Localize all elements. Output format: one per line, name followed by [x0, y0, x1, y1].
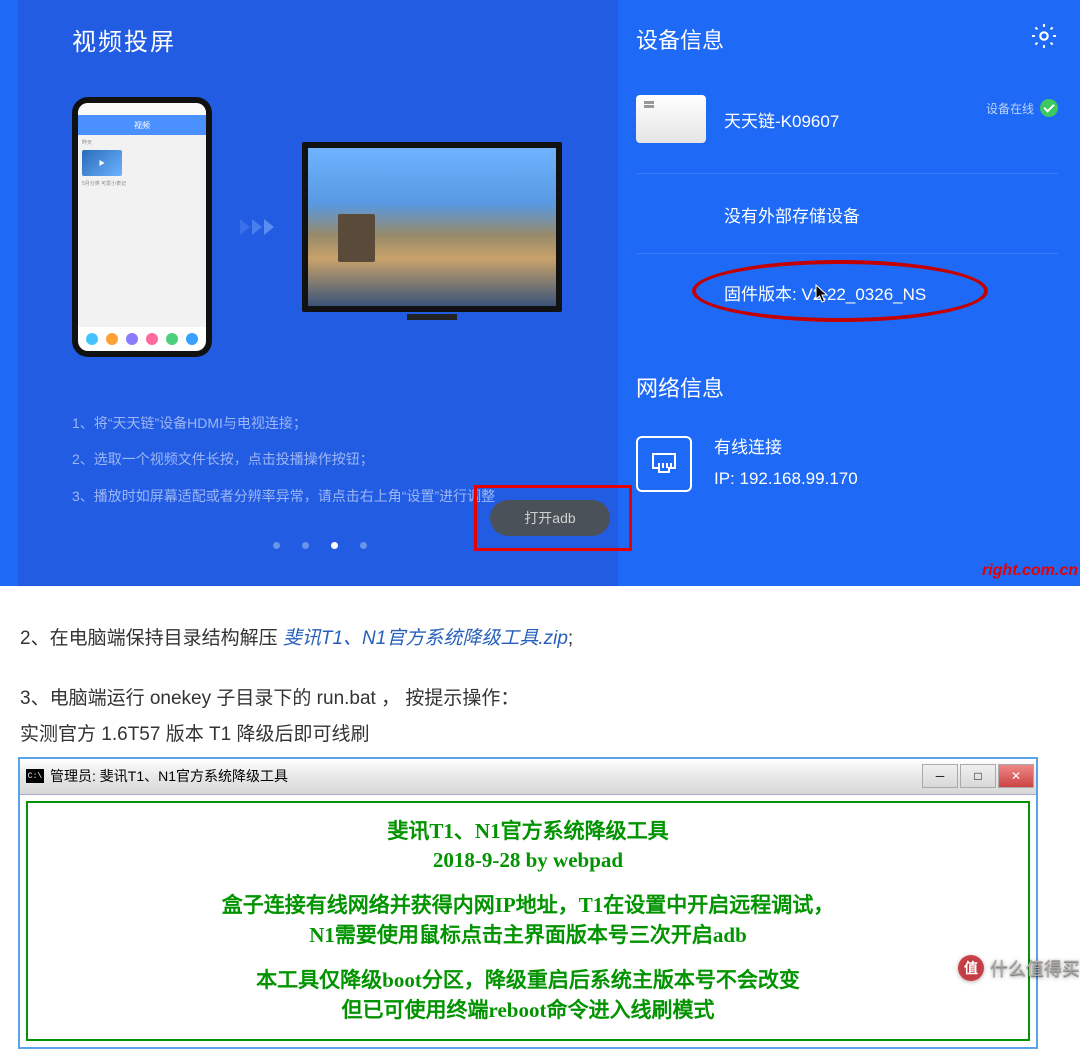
cmd-line: 2018-9-28 by webpad	[36, 846, 1020, 875]
cmd-line: 盒子连接有线网络并获得内网IP地址，T1在设置中开启远程调试，	[36, 891, 1020, 920]
adb-highlight-annotation	[474, 485, 632, 551]
connection-type: 有线连接	[714, 433, 858, 464]
device-name: 天天链-K09607	[724, 107, 839, 132]
check-icon	[1040, 99, 1058, 117]
tv-interface: 视频投屏 视频 昨天 5月分类 可爱小表记	[0, 0, 1080, 586]
cmd-line: 本工具仅降级boot分区，降级重启后系统主版本号不会改变	[36, 966, 1020, 995]
worth-badge-icon: 值	[958, 955, 984, 981]
worth-text: 什么值得买	[990, 955, 1080, 981]
network-title: 网络信息	[636, 371, 1058, 403]
cmd-line: 斐讯T1、N1官方系统降级工具	[36, 817, 1020, 846]
phone-mockup: 视频 昨天 5月分类 可爱小表记	[72, 97, 212, 357]
step-3-note: 实测官方 1.6T57 版本 T1 降级后即可线刷	[20, 718, 1060, 752]
site-watermark: 值 什么值得买	[958, 955, 1080, 981]
instruction-2: 2、选取一个视频文件长按，点击投播操作按钮；	[72, 441, 568, 477]
firmware-highlight-annotation	[692, 260, 988, 322]
cmd-body: 斐讯T1、N1官方系统降级工具 2018-9-28 by webpad 盒子连接…	[20, 795, 1036, 1047]
cast-title: 视频投屏	[72, 22, 568, 57]
storage-row[interactable]: 没有外部存储设备	[636, 174, 1058, 254]
instruction-1: 1、将“天天链”设备HDMI与电视连接；	[72, 405, 568, 441]
minimize-button[interactable]: ─	[922, 764, 958, 788]
device-status: 设备在线	[986, 99, 1058, 117]
page-dot[interactable]	[360, 542, 367, 549]
step-3: 3、电脑端运行 onekey 子目录下的 run.bat ， 按提示操作：	[20, 682, 1060, 716]
cmd-line: 但已可使用终端reboot命令进入线刷模式	[36, 996, 1020, 1025]
device-row[interactable]: 天天链-K09607 设备在线	[636, 95, 1058, 174]
article-body: 2、在电脑端保持目录结构解压 斐讯T1、N1官方系统降级工具.zip; 3、电脑…	[0, 586, 1080, 753]
tv-mockup	[302, 142, 562, 312]
arrow-icon	[240, 219, 274, 235]
network-row[interactable]: 有线连接 IP: 192.168.99.170	[636, 433, 1058, 494]
ip-address: IP: 192.168.99.170	[714, 464, 858, 495]
cmd-window: C:\ 管理员: 斐讯T1、N1官方系统降级工具 ─ □ ✕ 斐讯T1、N1官方…	[18, 757, 1038, 1049]
cmd-title-text: 管理员: 斐讯T1、N1官方系统降级工具	[50, 766, 288, 786]
firmware-row[interactable]: 固件版本: V2.22_0326_NS	[636, 254, 1058, 329]
phone-sub-label: 5月分类 可爱小表记	[82, 180, 202, 187]
cast-illustration: 视频 昨天 5月分类 可爱小表记	[72, 97, 568, 357]
info-panel: 设备信息 天天链-K09607 设备在线 没有外部存储设备 固件版本: V2.2…	[636, 22, 1058, 494]
page-dot-active[interactable]	[331, 542, 338, 549]
ethernet-icon	[636, 436, 692, 492]
cmd-line: N1需要使用鼠标点击主界面版本号三次开启adb	[36, 921, 1020, 950]
page-dot[interactable]	[273, 542, 280, 549]
source-watermark: right.com.cn	[982, 562, 1078, 580]
status-text: 设备在线	[986, 100, 1034, 117]
close-button[interactable]: ✕	[998, 764, 1034, 788]
cmd-output: 斐讯T1、N1官方系统降级工具 2018-9-28 by webpad 盒子连接…	[26, 801, 1030, 1041]
phone-day-label: 昨天	[82, 139, 202, 146]
gear-icon[interactable]	[1030, 22, 1058, 55]
cmd-titlebar[interactable]: C:\ 管理员: 斐讯T1、N1官方系统降级工具 ─ □ ✕	[20, 759, 1036, 795]
phone-header: 视频	[78, 115, 206, 135]
device-thumbnail	[636, 95, 706, 143]
maximize-button[interactable]: □	[960, 764, 996, 788]
device-info-title: 设备信息	[636, 23, 724, 55]
cmd-icon: C:\	[26, 769, 44, 783]
download-link[interactable]: 斐讯T1、N1官方系统降级工具.zip	[283, 628, 568, 649]
page-dot[interactable]	[302, 542, 309, 549]
step-2: 2、在电脑端保持目录结构解压 斐讯T1、N1官方系统降级工具.zip;	[20, 622, 1060, 656]
